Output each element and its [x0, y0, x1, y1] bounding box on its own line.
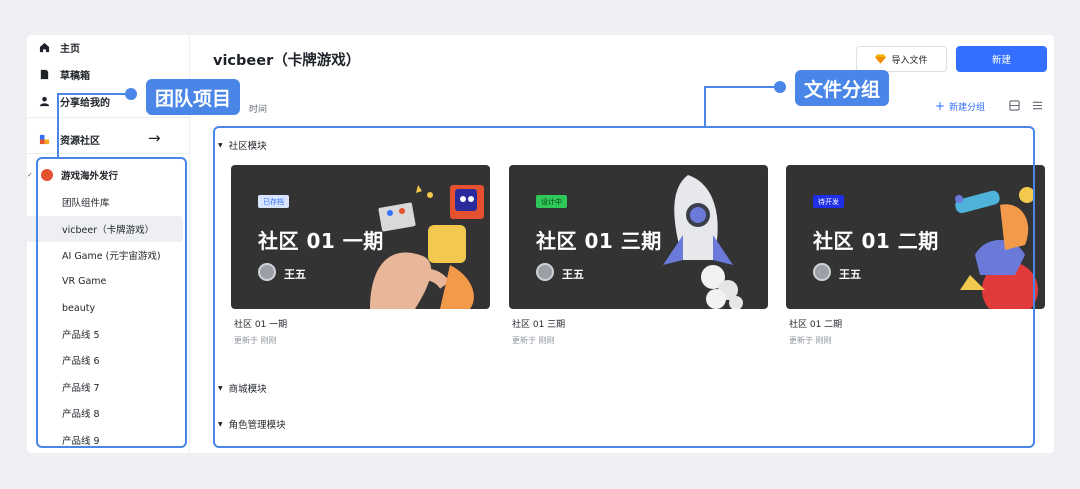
- sidebar-item-community[interactable]: 资源社区: [39, 132, 100, 147]
- sidebar-item-label: 草稿箱: [60, 71, 90, 82]
- sidebar-item-shared[interactable]: 分享给我的: [39, 94, 110, 109]
- arrow-right-icon[interactable]: →: [148, 129, 161, 147]
- new-button[interactable]: 新建: [956, 46, 1047, 72]
- sketch-icon: [875, 54, 887, 64]
- team-projects-label: 团队项目: [146, 79, 241, 115]
- sidebar-divider: [27, 117, 190, 118]
- page-title: vicbeer（卡牌游戏）: [213, 53, 361, 69]
- view-toggle: [1009, 100, 1043, 111]
- draft-icon: [40, 69, 49, 80]
- team-projects-highlight: [36, 157, 187, 448]
- list-view-icon[interactable]: [1032, 100, 1043, 111]
- grid-view-icon[interactable]: [1009, 100, 1020, 111]
- annotation-connector: [57, 93, 130, 95]
- annotation-connector: [704, 86, 706, 126]
- import-label: 导入文件: [891, 55, 928, 66]
- sidebar-item-label: 主页: [60, 44, 80, 55]
- plus-icon: +: [935, 99, 946, 113]
- sidebar-item-drafts[interactable]: 草稿箱: [39, 67, 90, 82]
- user-icon: [39, 96, 50, 107]
- import-file-button[interactable]: 导入文件: [856, 46, 947, 72]
- annotation-connector: [57, 93, 59, 157]
- file-groups-highlight: [213, 126, 1035, 448]
- sidebar-item-label: 资源社区: [60, 136, 100, 147]
- chevron-down-icon[interactable]: ✓: [27, 171, 33, 179]
- annotation-dot: [774, 81, 786, 93]
- new-group-button[interactable]: + 新建分组: [935, 99, 985, 113]
- sort-label[interactable]: 时间: [249, 102, 267, 115]
- sidebar-item-label: 分享给我的: [60, 98, 110, 109]
- home-icon: [39, 42, 50, 53]
- new-group-label: 新建分组: [949, 102, 986, 113]
- annotation-connector: [704, 86, 780, 88]
- sidebar-item-home[interactable]: 主页: [39, 40, 80, 55]
- file-groups-label: 文件分组: [795, 70, 890, 106]
- community-icon: [39, 134, 50, 145]
- sidebar-divider: [27, 153, 190, 154]
- annotation-dot: [125, 88, 137, 100]
